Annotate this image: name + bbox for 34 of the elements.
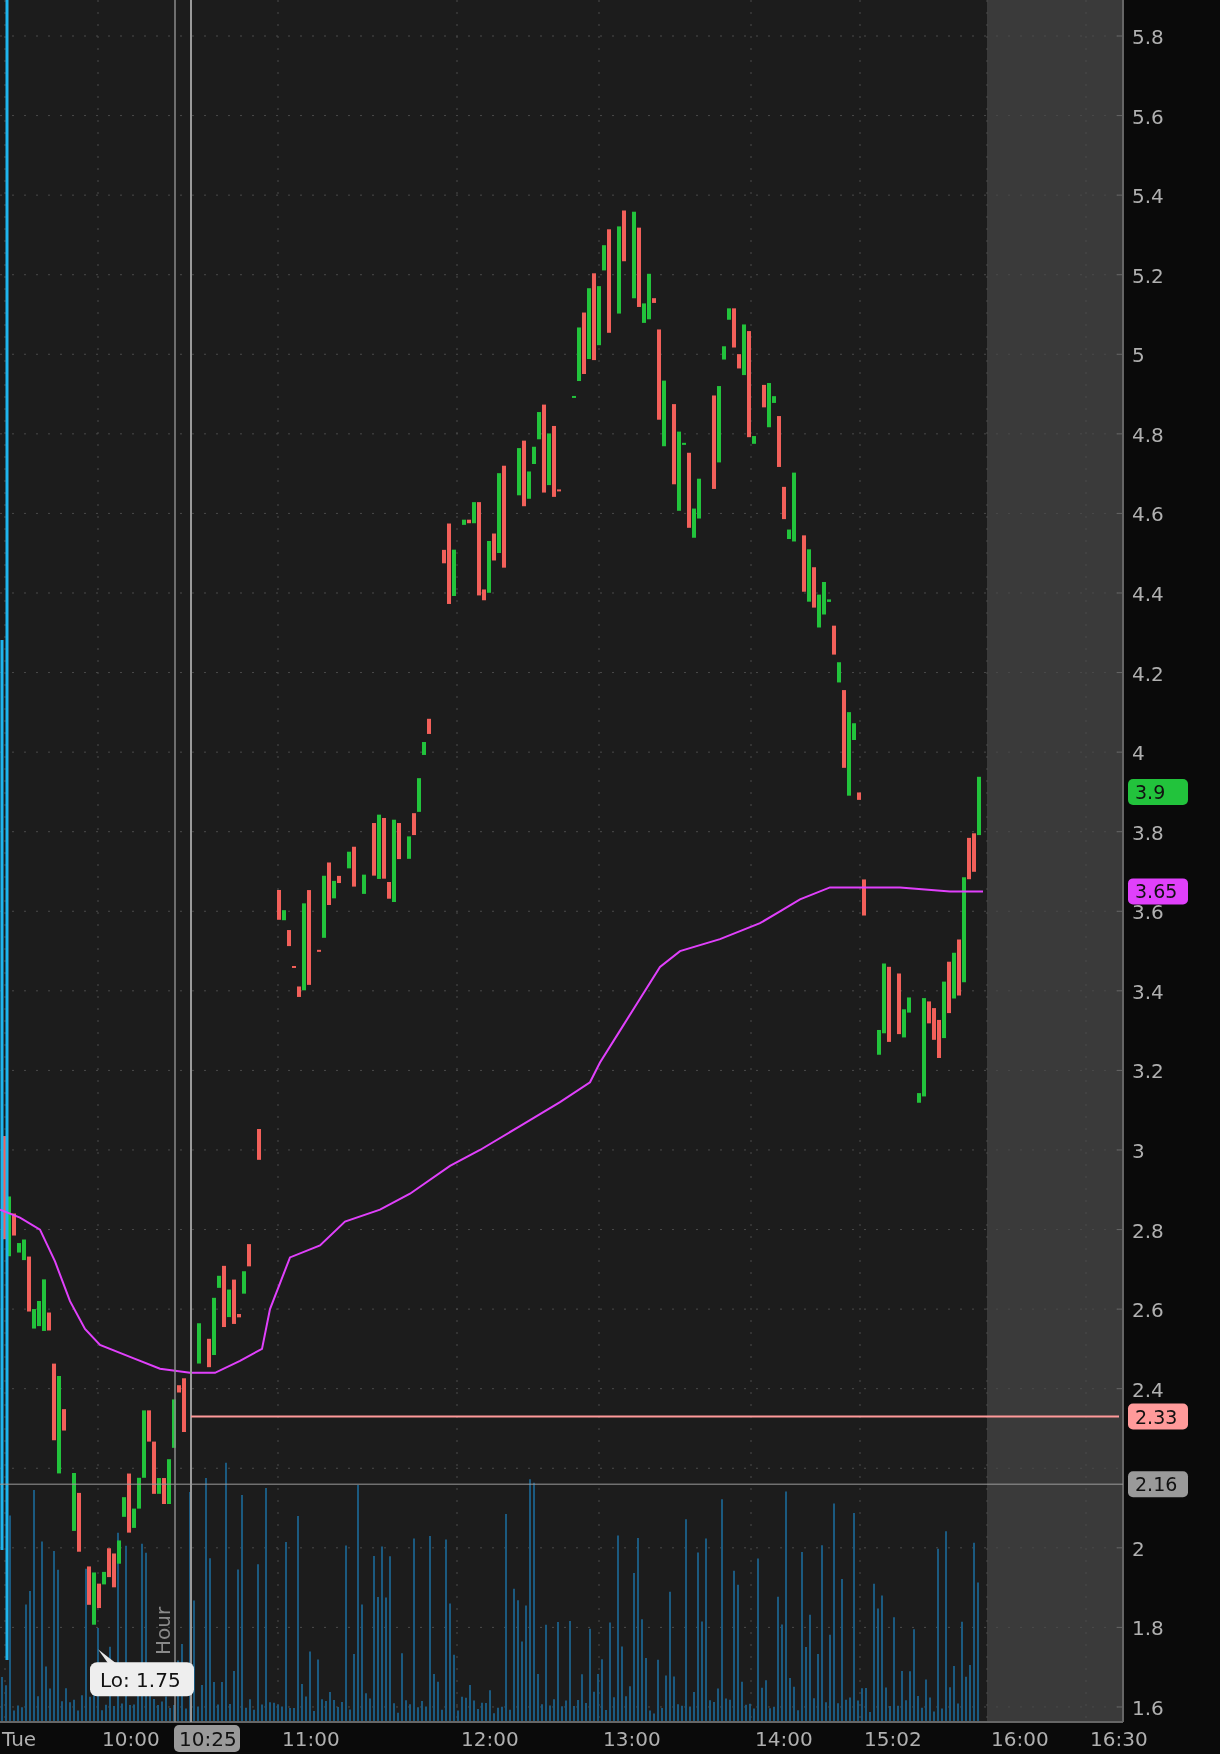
price-axis-label: 3.8 xyxy=(1132,820,1164,845)
price-axis-label: 4 xyxy=(1132,741,1145,766)
price-axis-label: 4.6 xyxy=(1132,502,1164,527)
time-axis-label: 16:00 xyxy=(991,1727,1049,1751)
time-axis-label: 13:00 xyxy=(603,1727,661,1751)
price-axis-label: 3 xyxy=(1132,1139,1145,1163)
price-tag: 2.33 xyxy=(1128,1403,1188,1430)
crosshair-time-tag: 10:25 xyxy=(174,1725,240,1752)
time-axis-label: 11:00 xyxy=(282,1727,340,1751)
price-tag: 2.16 xyxy=(1128,1471,1188,1498)
price-axis-label: 5.6 xyxy=(1132,104,1164,129)
price-axis-label: 4.2 xyxy=(1132,661,1164,686)
time-axis-label: 10:00 xyxy=(102,1727,160,1751)
price-axis-label: 2.4 xyxy=(1132,1377,1164,1402)
price-tag: 3.65 xyxy=(1128,878,1188,905)
price-axis-label: 2 xyxy=(1132,1536,1145,1561)
price-tag: 3.9 xyxy=(1128,778,1188,805)
price-axis-label: 5.8 xyxy=(1132,25,1164,49)
price-axis-label: 1.6 xyxy=(1132,1695,1164,1720)
time-axis-label: 15:02 xyxy=(864,1727,922,1751)
price-axis-label: 2.6 xyxy=(1132,1298,1164,1323)
time-axis-label: Tue xyxy=(2,1727,37,1751)
time-axis-label: 14:00 xyxy=(755,1727,813,1751)
time-axis-label: 12:00 xyxy=(461,1727,519,1751)
price-axis-label: 3.2 xyxy=(1132,1059,1164,1084)
price-axis-label: 4.8 xyxy=(1132,422,1164,447)
price-axis-label: 5 xyxy=(1132,343,1145,368)
price-axis-label: 5.2 xyxy=(1132,263,1164,288)
price-axis-label: 3.4 xyxy=(1132,979,1164,1004)
price-axis-label: 4.4 xyxy=(1132,582,1164,606)
price-axis-label: 2.8 xyxy=(1132,1218,1164,1243)
price-axis-label: 5.4 xyxy=(1132,184,1164,209)
time-axis-label: 16:30 xyxy=(1090,1727,1148,1751)
price-axis-label: 1.8 xyxy=(1132,1616,1164,1641)
